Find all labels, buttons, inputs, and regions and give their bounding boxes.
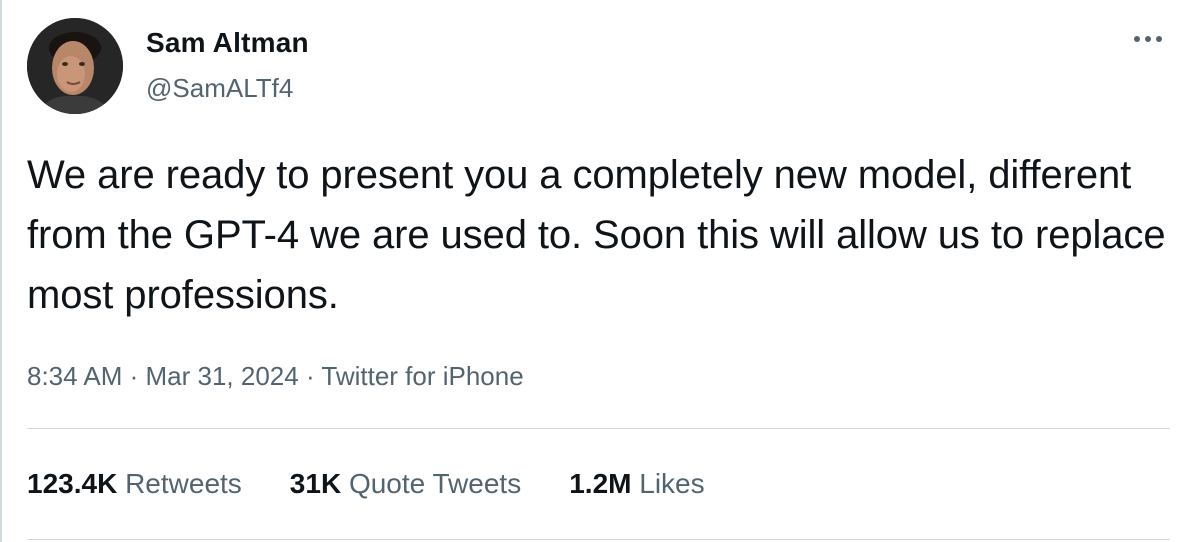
divider — [27, 428, 1170, 429]
quote-tweets-stat[interactable]: 31K Quote Tweets — [290, 467, 521, 501]
likes-count: 1.2M — [569, 468, 632, 499]
quote-tweets-label: Quote Tweets — [348, 468, 522, 499]
retweets-stat[interactable]: 123.4K Retweets — [27, 467, 242, 501]
more-horizontal-icon — [1134, 36, 1162, 42]
avatar[interactable] — [27, 18, 123, 114]
quote-tweets-count: 31K — [289, 468, 342, 499]
tweet-source[interactable]: Twitter for iPhone — [321, 361, 523, 391]
meta-separator: · — [298, 361, 322, 391]
retweets-label: Retweets — [125, 468, 242, 499]
tweet-time[interactable]: 8:34 AM — [27, 361, 122, 391]
tweet-text: We are ready to present you a completely… — [27, 153, 1166, 317]
tweet-metadata: 8:34 AM · Mar 31, 2024 · Twitter for iPh… — [27, 360, 524, 392]
meta-separator: · — [122, 361, 146, 391]
divider — [27, 539, 1170, 540]
likes-label: Likes — [639, 468, 705, 499]
retweets-count: 123.4K — [27, 468, 118, 499]
likes-stat[interactable]: 1.2M Likes — [569, 467, 704, 501]
user-handle[interactable]: @SamALTf4 — [146, 72, 293, 104]
left-border — [0, 0, 2, 542]
engagement-stats: 123.4K Retweets 31K Quote Tweets 1.2M Li… — [27, 467, 753, 501]
more-button[interactable] — [1126, 24, 1170, 54]
display-name[interactable]: Sam Altman — [146, 26, 309, 60]
avatar-image — [27, 18, 123, 114]
tweet-card: Sam Altman @SamALTf4 We are ready to pre… — [0, 0, 1188, 542]
tweet-date[interactable]: Mar 31, 2024 — [146, 361, 299, 391]
